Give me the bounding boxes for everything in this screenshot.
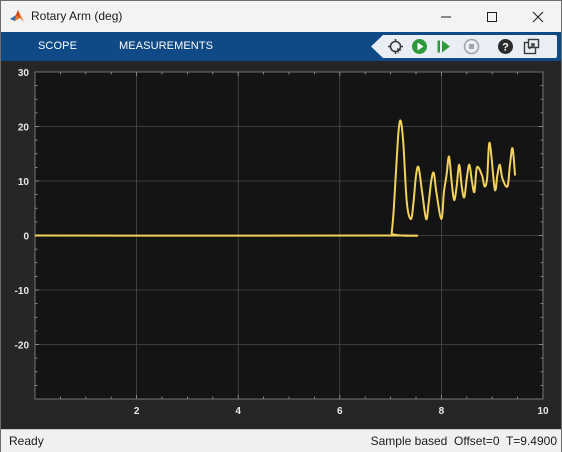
stop-icon[interactable] <box>463 38 480 55</box>
x-tick-label: 6 <box>337 406 343 417</box>
status-text: Ready <box>9 434 44 448</box>
y-tick-label: -10 <box>15 286 30 297</box>
toolstrip: SCOPE MEASUREMENTS ? <box>1 32 561 61</box>
highlight-signal-icon[interactable] <box>387 38 404 55</box>
x-tick-label: 4 <box>235 406 241 417</box>
x-tick-label: 10 <box>537 406 549 417</box>
title-bar[interactable]: Rotary Arm (deg) <box>1 1 561 32</box>
scope-window: Rotary Arm (deg) SCOPE MEASUREMENTS ? 2 … <box>0 0 562 452</box>
y-tick-label: 0 <box>23 232 29 243</box>
maximize-icon <box>487 11 497 22</box>
tab-scope[interactable]: SCOPE <box>38 40 77 52</box>
maximize-button[interactable] <box>469 1 515 32</box>
step-forward-icon[interactable] <box>435 38 452 55</box>
x-tick-label: 8 <box>439 406 445 417</box>
y-tick-label: -20 <box>15 341 30 352</box>
undock-icon[interactable] <box>523 38 540 55</box>
quick-access-toolbar: ? <box>371 35 557 58</box>
plot-area: 2 4 6 8 10 30 20 10 0 -10 -20 <box>1 61 561 429</box>
time-value: T=9.4900 <box>505 434 557 448</box>
help-icon[interactable]: ? <box>497 38 514 55</box>
matlab-logo-icon <box>10 10 24 22</box>
x-tick-label: 2 <box>134 406 140 417</box>
minimize-button[interactable] <box>423 1 469 32</box>
status-bar: Ready Sample based Offset=0 T=9.4900 <box>1 429 561 452</box>
window-title: Rotary Arm (deg) <box>31 9 123 23</box>
close-button[interactable] <box>515 1 561 32</box>
run-icon[interactable] <box>411 38 428 55</box>
y-tick-label: 10 <box>18 177 30 188</box>
y-tick-label: 30 <box>18 68 30 79</box>
offset-value: Offset=0 <box>454 434 500 448</box>
y-tick-label: 20 <box>18 123 30 134</box>
close-icon <box>532 11 544 22</box>
scope-axes[interactable]: 2 4 6 8 10 30 20 10 0 -10 -20 <box>1 61 561 429</box>
svg-text:?: ? <box>502 42 509 54</box>
sample-mode: Sample based <box>370 434 448 448</box>
status-info: Sample based Offset=0 T=9.4900 <box>371 434 557 448</box>
minimize-icon <box>441 16 451 17</box>
tab-measurements[interactable]: MEASUREMENTS <box>119 40 213 52</box>
